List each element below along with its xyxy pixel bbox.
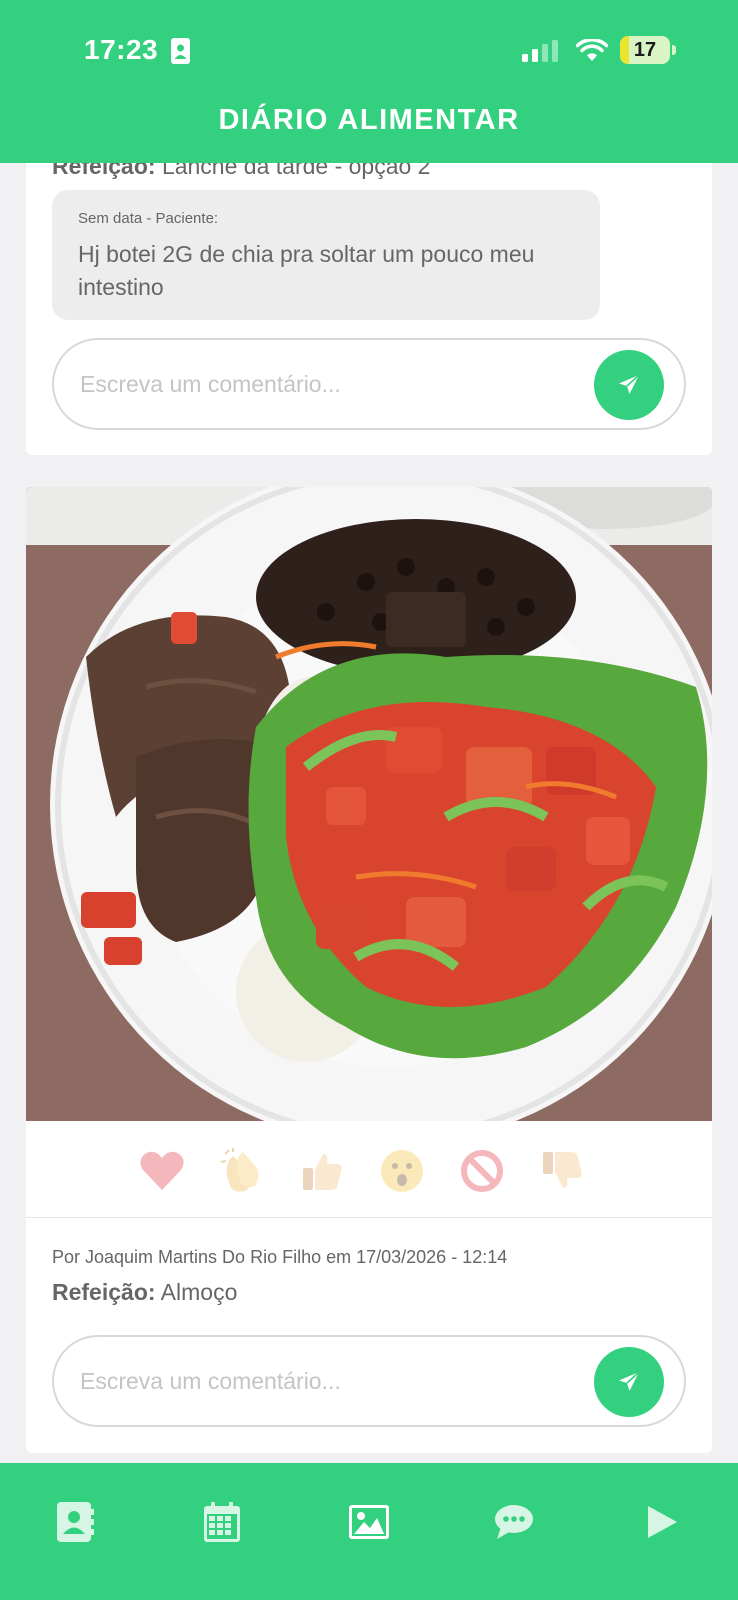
image-icon — [349, 1505, 389, 1539]
thumbs-up-icon — [303, 1154, 342, 1190]
meal-label: Refeição: — [52, 1279, 156, 1305]
contacts-icon — [57, 1502, 94, 1542]
heart-icon — [140, 1151, 184, 1190]
reaction-thumbs-up[interactable] — [296, 1145, 348, 1197]
comment-input[interactable] — [80, 1359, 560, 1403]
wifi-icon — [576, 39, 608, 61]
page-title: DIÁRIO ALIMENTAR — [218, 104, 520, 136]
meal-line: Refeição: Almoço — [52, 1279, 237, 1306]
play-icon — [648, 1506, 677, 1538]
nav-calendar[interactable] — [197, 1497, 247, 1547]
nav-contacts[interactable] — [50, 1497, 100, 1547]
nav-chat[interactable] — [489, 1497, 539, 1547]
status-bar: 17:23 17 — [0, 26, 738, 76]
battery-level-text: 17 — [633, 39, 657, 61]
post-author-line: Por Joaquim Martins Do Rio Filho em 17/0… — [52, 1247, 508, 1267]
nav-play[interactable] — [637, 1497, 687, 1547]
surprised-face-icon — [381, 1150, 423, 1192]
comment-input[interactable] — [80, 362, 560, 406]
reaction-clap[interactable] — [216, 1145, 268, 1197]
send-icon — [619, 1371, 640, 1391]
diary-entry-card: Refeição: Lanche da tarde - opção 2 Sem … — [26, 140, 712, 455]
reaction-thumbs-down[interactable] — [536, 1145, 588, 1197]
send-icon — [619, 374, 640, 394]
reaction-surprised[interactable] — [376, 1145, 428, 1197]
prohibited-icon — [461, 1150, 503, 1192]
clap-icon — [220, 1148, 259, 1192]
comment-meta: Sem data - Paciente: — [78, 210, 219, 227]
reaction-heart[interactable] — [136, 1145, 188, 1197]
bottom-navigation — [0, 1463, 738, 1600]
comment-bubble: Sem data - Paciente: Hj botei 2G de chia… — [52, 190, 600, 320]
chat-icon — [495, 1505, 533, 1539]
send-comment-button[interactable] — [594, 1347, 664, 1417]
reactions-bar — [26, 1121, 712, 1218]
nav-photos[interactable] — [344, 1497, 394, 1547]
meal-photo[interactable] — [26, 487, 712, 1121]
app-header: 17:23 17 DIÁRIO ALIMENTAR — [0, 0, 738, 163]
comment-text: Hj botei 2G de chia pra soltar um pouco … — [78, 241, 535, 300]
status-time: 17:23 — [84, 34, 159, 65]
signal-icon — [522, 40, 558, 62]
thumbs-down-icon — [543, 1152, 582, 1188]
diary-entry-card: Por Joaquim Martins Do Rio Filho em 17/0… — [26, 487, 712, 1453]
calendar-icon — [204, 1502, 240, 1542]
meal-value: Almoço — [160, 1279, 238, 1305]
meal-photo-image — [26, 487, 712, 1121]
battery-indicator: 17 — [620, 36, 676, 64]
comment-box — [52, 338, 686, 430]
reaction-prohibited[interactable] — [456, 1145, 508, 1197]
comment-box — [52, 1335, 686, 1427]
contact-card-icon — [171, 38, 190, 64]
send-comment-button[interactable] — [594, 350, 664, 420]
